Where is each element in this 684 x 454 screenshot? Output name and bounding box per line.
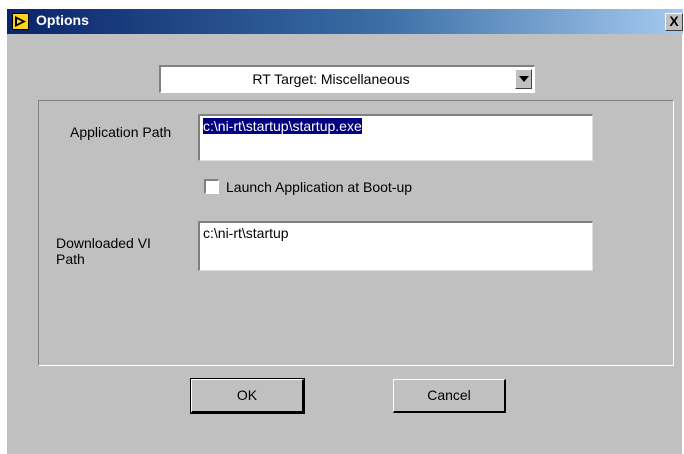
title-bar[interactable]: Options X bbox=[7, 9, 683, 34]
dropdown-arrow-button[interactable] bbox=[515, 69, 532, 89]
close-button[interactable]: X bbox=[665, 13, 683, 31]
ok-button[interactable]: OK bbox=[190, 378, 305, 414]
chevron-down-icon bbox=[519, 76, 529, 82]
launch-at-bootup-label: Launch Application at Boot-up bbox=[226, 179, 413, 195]
application-path-label: Application Path bbox=[70, 124, 172, 140]
downloaded-vi-path-label-line2: Path bbox=[56, 251, 85, 267]
application-path-input[interactable]: c:\ni-rt\startup\startup.exe bbox=[198, 114, 593, 161]
cancel-button[interactable]: Cancel bbox=[393, 379, 506, 413]
downloaded-vi-path-label-line1: Downloaded VI bbox=[56, 235, 151, 251]
downloaded-vi-path-value: c:\ni-rt\startup bbox=[203, 225, 289, 241]
downloaded-vi-path-input[interactable]: c:\ni-rt\startup bbox=[198, 221, 593, 271]
close-icon: X bbox=[669, 13, 679, 29]
window-title: Options bbox=[36, 12, 89, 28]
labview-app-icon bbox=[12, 13, 29, 30]
launch-at-bootup-checkbox[interactable] bbox=[204, 179, 219, 194]
category-select-value: RT Target: Miscellaneous bbox=[252, 71, 410, 87]
category-select[interactable]: RT Target: Miscellaneous bbox=[159, 65, 535, 93]
application-path-value: c:\ni-rt\startup\startup.exe bbox=[203, 118, 362, 134]
options-dialog: Options X RT Target: Miscellaneous Appli… bbox=[6, 8, 683, 454]
